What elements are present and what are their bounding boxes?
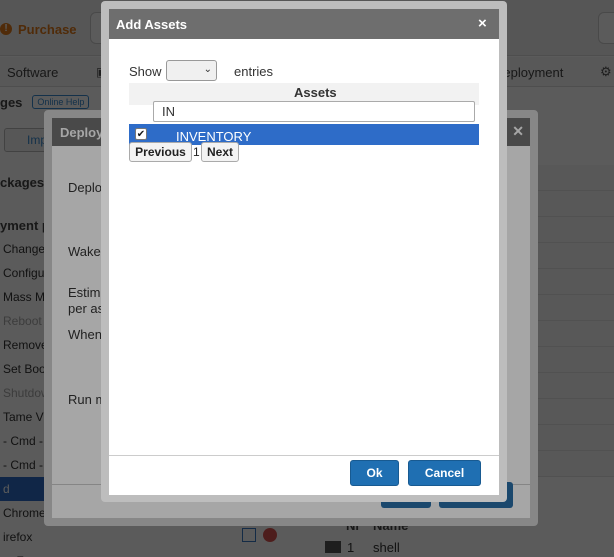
close-icon[interactable]: × [478, 15, 487, 32]
entries-select[interactable]: ⌄ [166, 60, 217, 81]
column-header-assets[interactable]: Assets [294, 85, 337, 100]
entries-label: entries [234, 64, 274, 79]
add-assets-title: Add Assets [109, 9, 499, 39]
cancel-button[interactable]: Cancel [408, 460, 481, 486]
show-label: Show [129, 64, 162, 79]
assets-filter-input[interactable]: IN [153, 101, 475, 122]
divider [109, 455, 499, 456]
add-assets-body: Show ⌄ entries Assets IN ✔ INVENTORY Pre… [109, 39, 499, 495]
ok-button[interactable]: Ok [350, 460, 399, 486]
row-checkbox[interactable]: ✔ [135, 128, 147, 140]
next-button[interactable]: Next [201, 142, 239, 162]
add-assets-dialog: Add Assets × Show ⌄ entries Assets IN ✔ … [101, 1, 507, 502]
chevron-down-icon: ⌄ [203, 64, 212, 75]
page-number[interactable]: 1 [193, 145, 200, 159]
previous-button[interactable]: Previous [129, 142, 192, 162]
